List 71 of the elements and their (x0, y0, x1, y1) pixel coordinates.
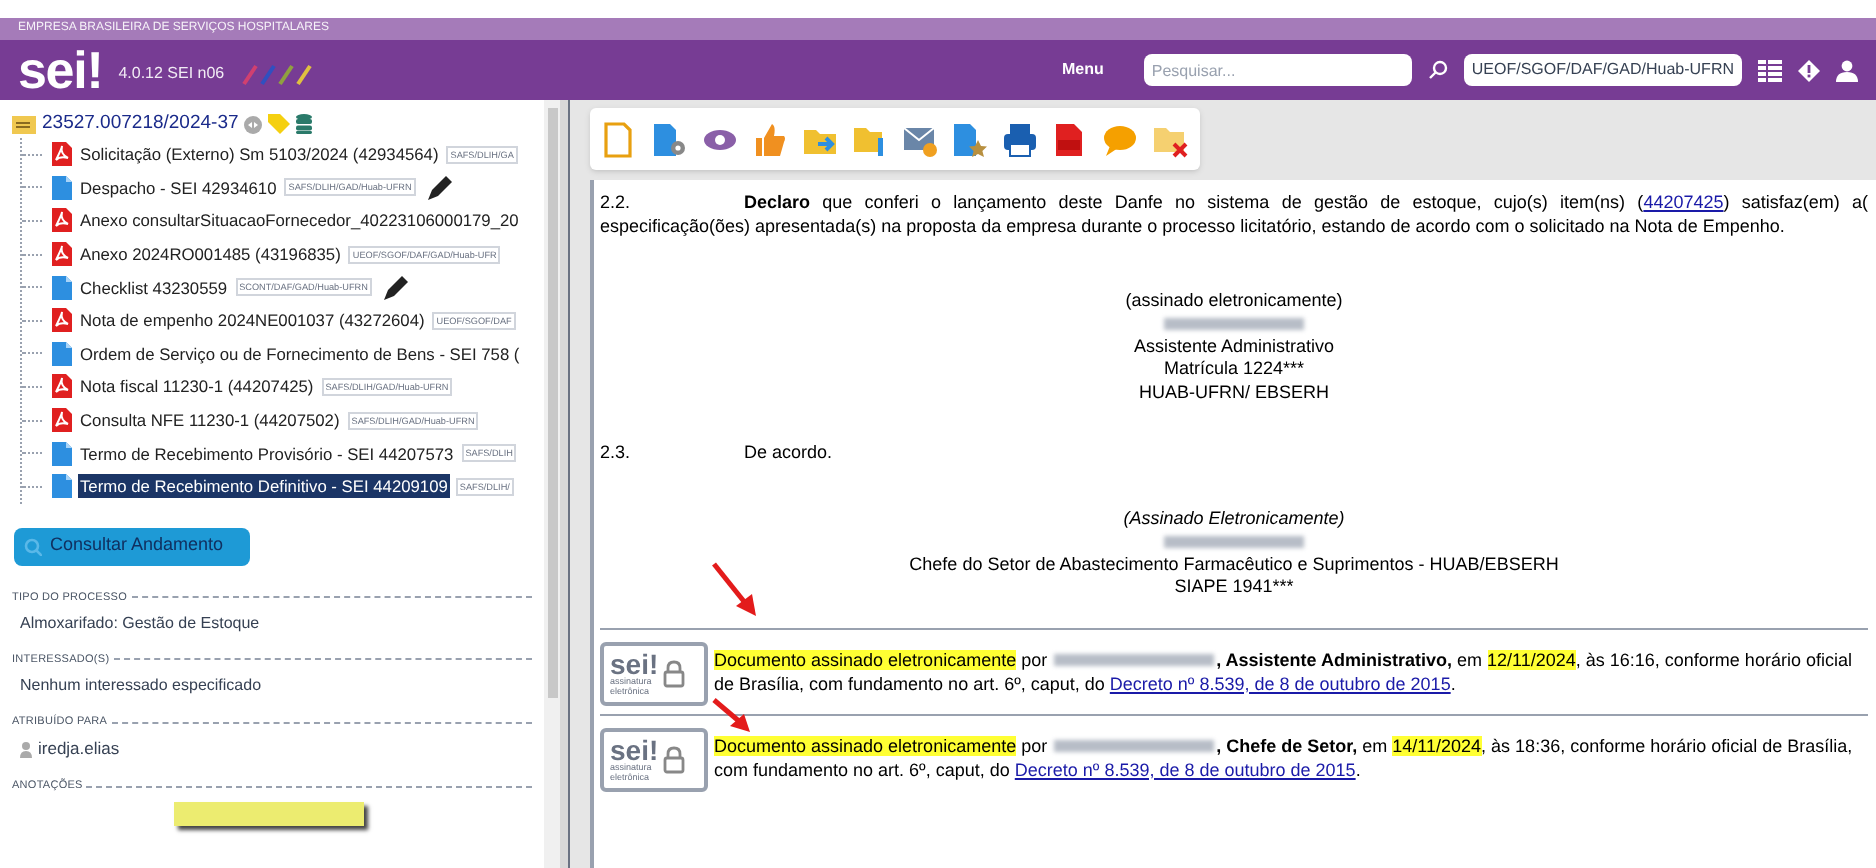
document-star-icon[interactable] (952, 121, 988, 157)
search-field[interactable]: Pesquisar... (1143, 54, 1412, 86)
search-icon[interactable] (1427, 60, 1448, 80)
document-file-icon[interactable] (52, 275, 72, 300)
document-link[interactable]: Consulta NFE 11230-1 (44207502) (78, 408, 342, 433)
signature-line: Chefe do Setor de Abastecimento Farmacêutico e Suprimentos - HUAB/EBSERH (909, 553, 1559, 576)
redacted-name (1164, 536, 1304, 548)
document-link[interactable]: Ordem de Serviço ou de Fornecimento de Bens - SEI 758 ( (78, 341, 522, 366)
redacted-name (1164, 318, 1304, 330)
database-icon[interactable] (296, 114, 313, 134)
signature-line: HUAB-UFRN/ EBSERH (1138, 381, 1329, 404)
scrollbar-thumb[interactable] (547, 108, 557, 698)
section-value: Nenhum interessado especificado (20, 674, 264, 699)
pointer-arrow (712, 698, 752, 734)
document-file-icon[interactable] (52, 441, 72, 466)
stamp-logo: sei! (610, 650, 659, 678)
alert-icon[interactable] (1798, 59, 1820, 81)
section-value: Almoxarifado: Gestão de Estoque (20, 611, 262, 636)
document-link[interactable]: Decreto nº 8.539, de 8 de outubro de 2015 (1109, 673, 1451, 693)
document-file-icon[interactable] (52, 175, 72, 200)
document-link[interactable]: Termo de Recebimento Definitivo - SEI 44209109 (78, 474, 450, 499)
document-link[interactable]: Despacho - SEI 42934610 (78, 175, 279, 200)
document-link[interactable]: Decreto nº 8.539, de 8 de outubro de 2015 (1014, 759, 1356, 779)
thumbs-up-icon[interactable] (752, 121, 788, 157)
assigned-user: iredja.elias (38, 736, 120, 763)
pdf-file-icon[interactable] (52, 242, 72, 267)
document-link[interactable]: Solicitação (Externo) Sm 5103/2024 (42934564) (78, 142, 441, 167)
pdf-file-icon[interactable] (52, 308, 72, 333)
signature-line: (Assinado Eletronicamente) (1123, 508, 1345, 531)
document-link[interactable]: Nota de empenho 2024NE001037 (43272604) (78, 308, 427, 333)
stamp-logo: sei! (610, 736, 659, 764)
document-link[interactable]: Termo de Recebimento Provisório - SEI 44207573 (78, 441, 456, 466)
pdf-file-icon[interactable] (52, 408, 72, 433)
document-link[interactable]: Anexo consultarSituacaoFornecedor_40223106000179_20 (78, 208, 521, 233)
pdf-file-icon[interactable] (52, 208, 72, 233)
document-link[interactable]: 44207425 (1643, 192, 1724, 212)
process-number-link[interactable]: 23527.007218/2024-37 (42, 109, 239, 139)
document-link[interactable]: Checklist 43230559 (78, 275, 230, 300)
signature-line: Matrícula 1224*** (1163, 358, 1305, 381)
user-icon (20, 741, 32, 758)
menu-link[interactable]: Menu (1061, 58, 1104, 82)
signature-line: SIAPE 1941*** (1174, 576, 1294, 599)
document-file-icon[interactable] (52, 474, 72, 499)
folder-icon[interactable] (12, 115, 36, 133)
pdf-file-icon[interactable] (52, 142, 72, 167)
signature-line: Assistente Administrativo (1133, 335, 1335, 358)
sticky-note[interactable] (174, 802, 364, 827)
document-link[interactable]: Nota fiscal 11230-1 (44207425) (78, 374, 316, 399)
version-label: 4.0.12 SEI n06 (118, 62, 225, 86)
padlock-icon (662, 745, 687, 773)
signature-statement: Documento assinado eletronicamente por , Assistente Administrativo, em 12/11/2024, às 16:16, conforme horário oficial de Brasília, com fundamento no art. 6º, caput, do Decreto nº 8.539, de 8 de outubro de 2015. (714, 647, 1854, 695)
signature-statement: Documento assinado eletronicamente por , Chefe de Setor, em 14/11/2024, às 18:36, conforme horário oficial de Brasília, com fundamento no art. 6º, caput, do Decreto nº 8.539, de 8 de outubro de 2015. (714, 733, 1855, 781)
consult-progress-button[interactable]: Consultar Andamento (14, 527, 250, 566)
unit-selector[interactable]: UEOF/SGOF/DAF/GAD/Huab-UFRN (1463, 54, 1742, 86)
document-gear-icon[interactable] (652, 121, 688, 157)
pen-icon[interactable] (381, 273, 410, 302)
document-link[interactable]: Anexo 2024RO001485 (43196835) (78, 242, 343, 267)
document-file-icon[interactable] (52, 341, 72, 366)
pdf-file-icon[interactable] (52, 374, 72, 399)
paragraph: 2.3. De acordo. (600, 440, 835, 464)
sei-logo[interactable]: sei! (18, 44, 103, 96)
print-icon[interactable] (1002, 121, 1038, 157)
user-icon[interactable] (1836, 59, 1858, 81)
pointer-arrow (712, 562, 760, 618)
search-icon (24, 537, 42, 556)
signature-line: (assinado eletronicamente) (1125, 290, 1343, 313)
pdf-icon[interactable] (1052, 121, 1088, 157)
list-icon[interactable] (1758, 59, 1782, 81)
padlock-icon (662, 659, 687, 687)
paragraph: 2.2. Declaro que conferi o lançamento deste Danfe no sistema de gestão de estoque, cujo(s) item(ns) (44207425) satisfaz(em) a( especificação(ões) apresentada(s) na proposta da empresa durante o processo licitatório, estando de acordo com o solicitado na Nota de Empenho. (600, 190, 1868, 238)
pen-icon[interactable] (425, 173, 454, 202)
